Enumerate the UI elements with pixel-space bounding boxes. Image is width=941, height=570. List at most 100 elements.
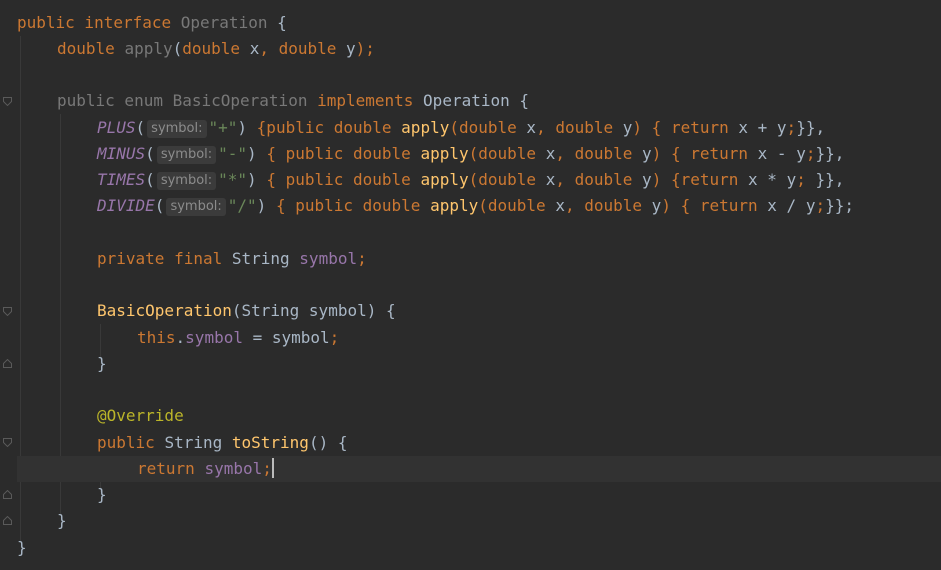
keyword: return [680,170,749,189]
code-line-14[interactable]: } [97,351,107,377]
keyword: double [555,118,623,137]
fold-open-icon[interactable] [3,307,12,316]
method-name: apply [124,39,173,58]
enum-constant: MINUS [97,144,146,163]
text-caret [271,458,274,478]
param: x [526,118,537,137]
method-name: toString [231,433,309,452]
param: x [249,39,260,58]
parameter-hint: symbol: [166,198,226,216]
keyword: public interface [17,13,181,32]
punct: { [509,91,530,110]
code-line-19[interactable]: } [97,482,107,508]
field-name: symbol [299,249,358,268]
fold-close-icon[interactable] [3,516,12,525]
keyword: double [57,39,125,58]
type-name: Operation [423,91,510,110]
punct: ; [357,249,367,268]
keyword: return [137,459,205,478]
fold-open-icon[interactable] [3,97,12,106]
code-line-12[interactable]: BasicOperation(String symbol) { [97,298,396,324]
code-line-18[interactable]: return symbol; [137,456,274,482]
punct: ( [468,144,479,163]
punct: , [536,118,556,137]
keyword: double [584,196,652,215]
string-literal: "+" [208,118,238,137]
string-literal: "*" [218,170,248,189]
code-line-21[interactable]: } [17,535,27,561]
punct: , [259,39,279,58]
expression: x + y [738,118,787,137]
punct: ); [355,39,375,58]
punct: ( [468,170,479,189]
punct: ; [329,328,340,347]
punct: ( [478,196,488,215]
expression: x * y [748,170,797,189]
keyword: { public double [266,196,431,215]
interface-name: Operation [180,13,268,32]
keyword: double [574,144,643,163]
keyword: this [137,328,176,347]
keyword: return [670,118,739,137]
code-line-4[interactable]: public enum BasicOperation implements Op… [57,88,529,114]
keyword: {public double [256,118,402,137]
param: x [545,144,556,163]
punct: ( [135,118,146,137]
params: (String symbol) { [231,301,396,320]
string-literal: "-" [218,144,248,163]
punct: ) [237,118,257,137]
punct: } [57,511,67,530]
enum-name: BasicOperation [172,91,308,110]
keyword: { public double [256,170,421,189]
code-line-1[interactable]: public interface Operation { [17,10,287,36]
punct: () { [308,433,348,452]
fold-close-icon[interactable] [3,490,12,499]
punct: ) { [651,144,691,163]
punct: }}, [815,144,845,163]
enum-constant: DIVIDE [97,196,155,215]
code-line-8[interactable]: DIVIDE ( symbol: "/") { public double apply… [97,193,854,219]
method-name: apply [420,144,469,163]
punct: , [564,196,585,215]
keyword: double [574,170,643,189]
code-line-2[interactable]: double apply(double x, double y); [57,36,375,62]
code-line-20[interactable]: } [57,508,67,534]
code-line-7[interactable]: TIMES(symbol: "*") { public double apply(… [97,167,844,193]
code-line-13[interactable]: this.symbol = symbol; [137,325,339,351]
punct: , [555,144,575,163]
method-name: apply [430,196,479,215]
fold-close-icon[interactable] [3,359,12,368]
keyword: double [182,39,250,58]
code-editor[interactable]: public interface Operation { double appl… [0,0,941,570]
fold-open-icon[interactable] [3,438,12,447]
punct: ) { [661,196,700,215]
enum-constant: TIMES [97,170,146,189]
string-literal: "/" [227,196,257,215]
code-line-5[interactable]: PLUS(symbol: "+") {public double apply(do… [97,115,825,141]
keyword: public [97,433,165,452]
method-name: apply [401,118,450,137]
parameter-hint: symbol: [156,172,217,190]
keyword: double [458,118,527,137]
punct: ) { [651,170,681,189]
field-name: symbol [204,459,263,478]
punct: , [555,170,575,189]
code-line-16[interactable]: @Override [97,403,184,429]
keyword: public enum [57,91,173,110]
punct: ) [247,144,257,163]
punct: ) { [632,118,671,137]
punct: ( [172,39,183,58]
punct: ( [145,144,155,163]
parameter-hint: symbol: [147,120,207,138]
enum-constant: PLUS [97,118,136,137]
code-line-17[interactable]: public String toString() { [97,430,347,456]
code-line-6[interactable]: MINUS(symbol: "-") { public double apply(… [97,141,844,167]
type-name: String [164,433,232,452]
expression: x / y [767,196,816,215]
keyword: return [690,144,758,163]
code-line-10[interactable]: private final String symbol; [97,246,367,272]
punct: }}, [796,118,826,137]
punct: ) [256,196,267,215]
keyword: private final [97,249,232,268]
keyword: return [699,196,768,215]
